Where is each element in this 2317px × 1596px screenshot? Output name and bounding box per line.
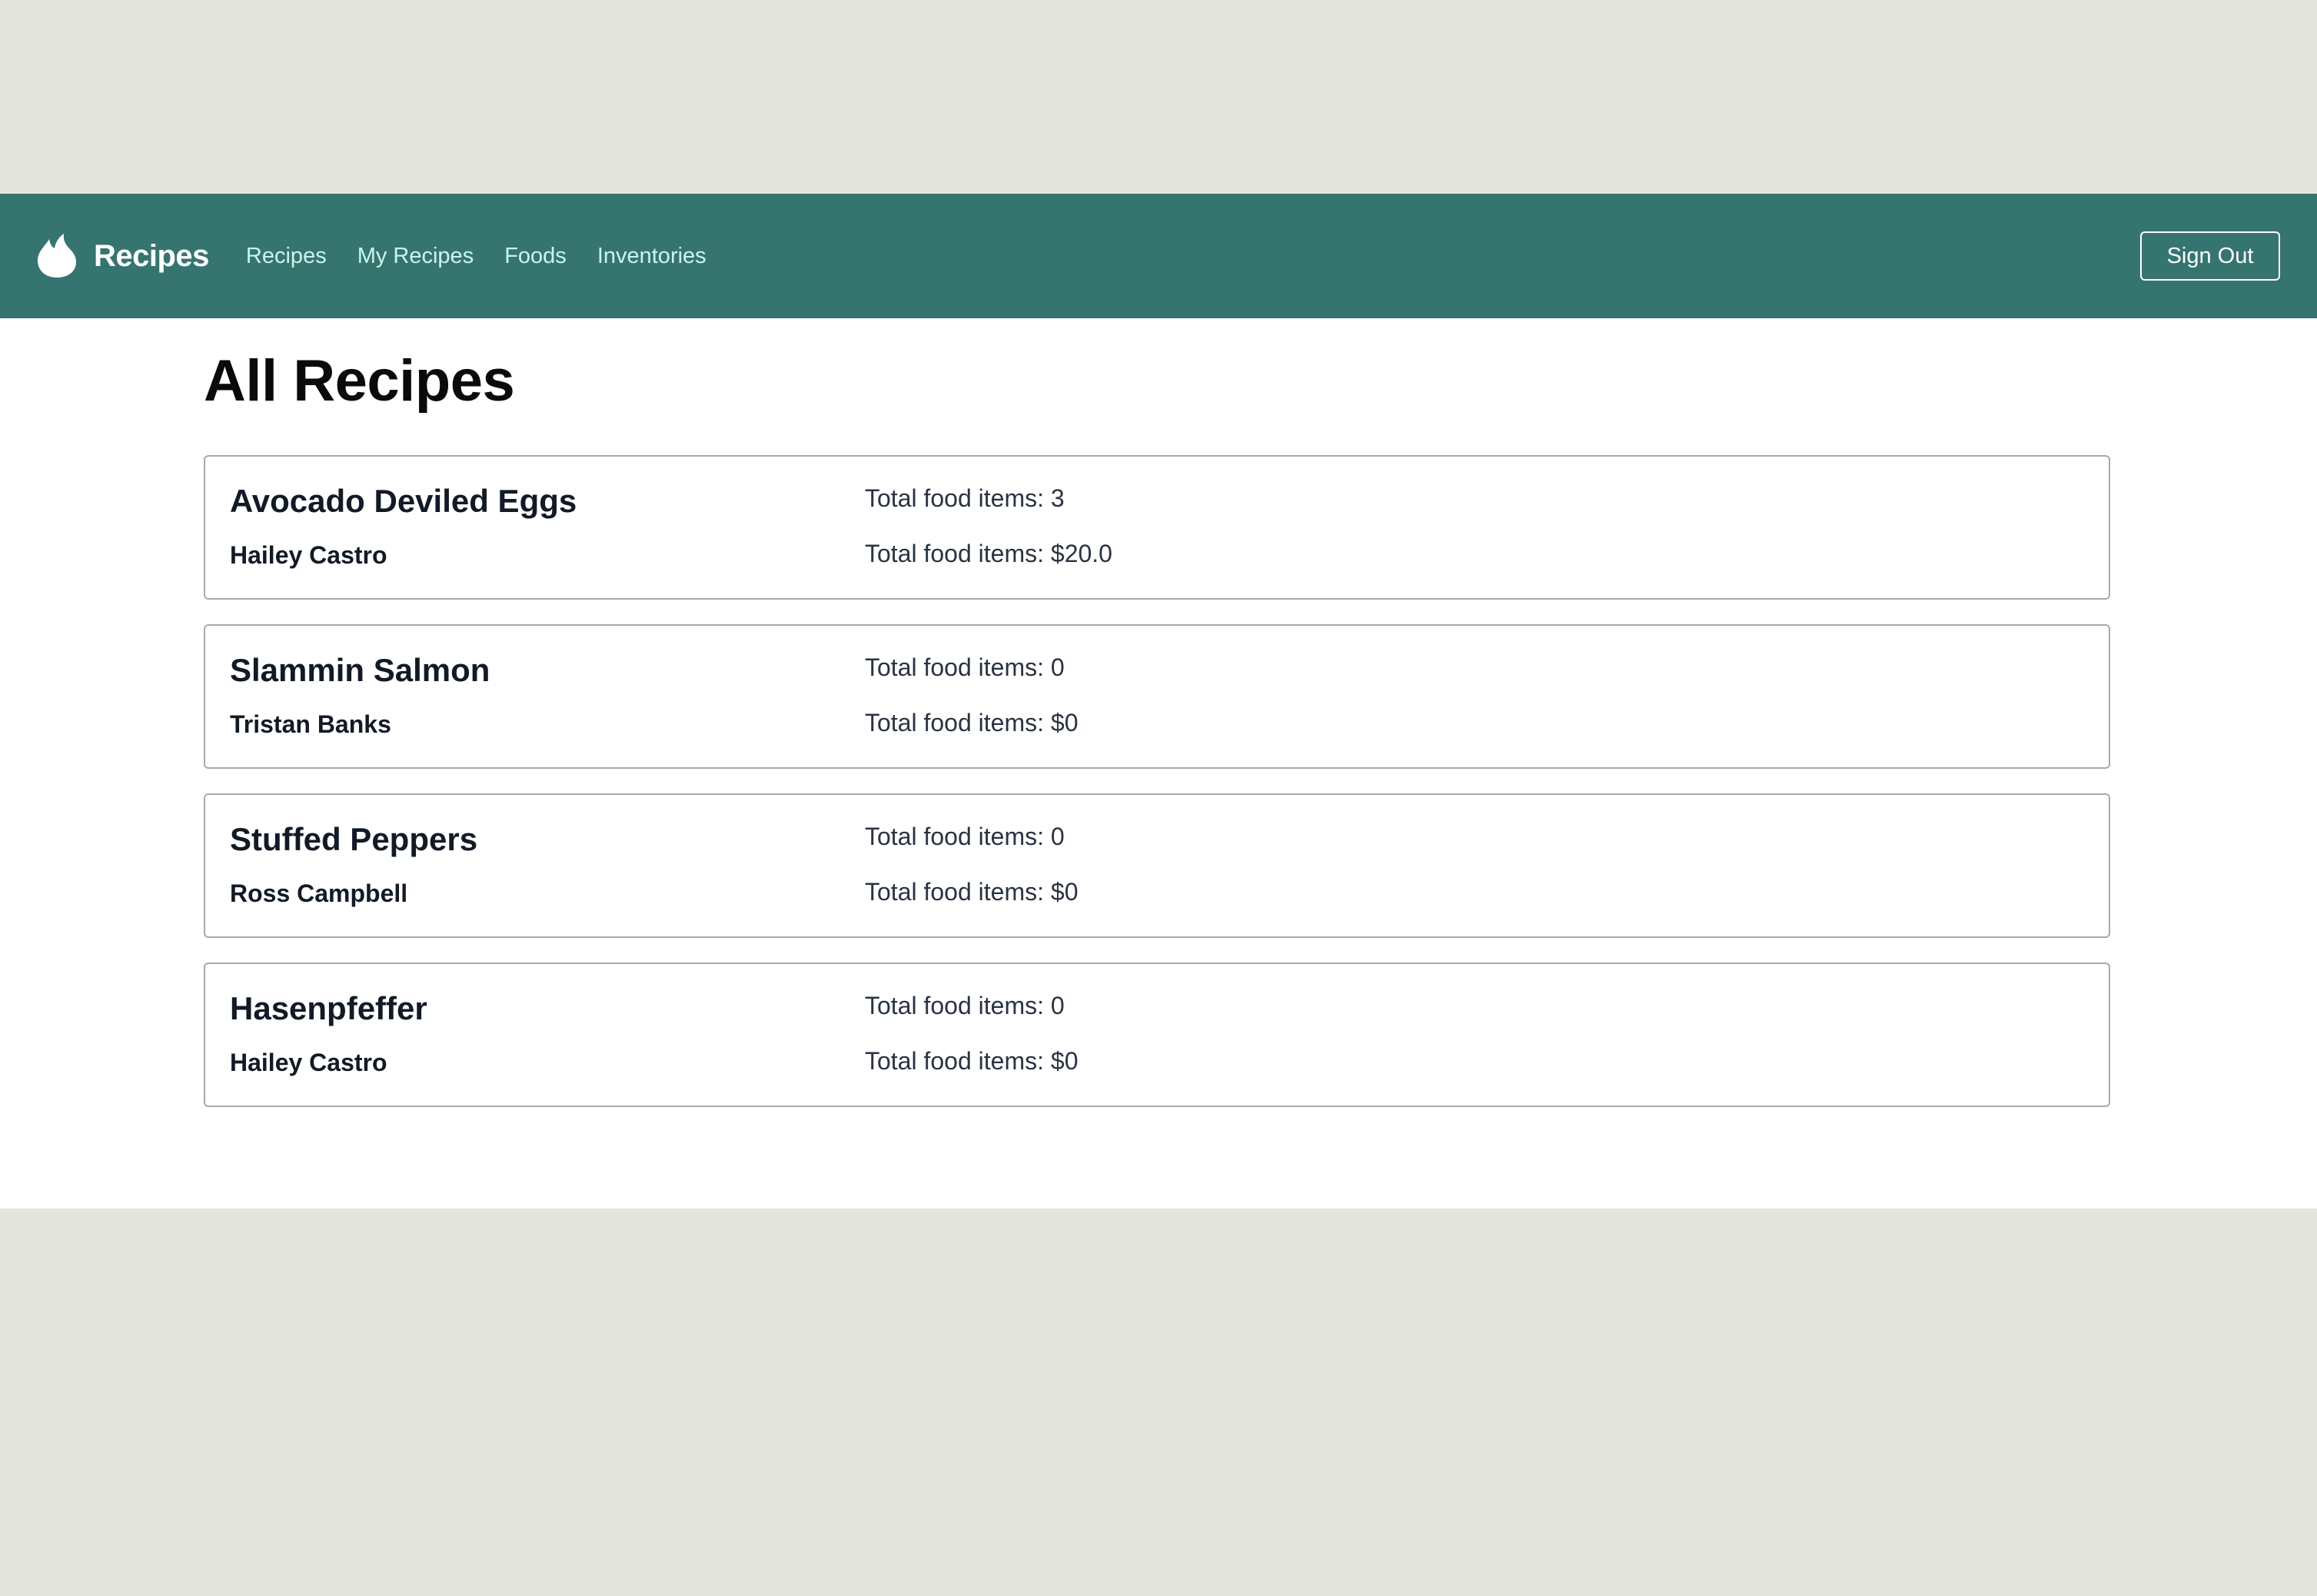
recipe-total-price: Total food items: $0 — [865, 1047, 1079, 1075]
recipe-name[interactable]: Avocado Deviled Eggs — [230, 483, 577, 520]
flame-icon — [37, 233, 77, 279]
recipe-author: Hailey Castro — [230, 1049, 387, 1076]
recipe-author: Ross Campbell — [230, 879, 408, 907]
navbar: Recipes Recipes My Recipes Foods Invento… — [0, 194, 2317, 318]
recipe-total-price: Total food items: $0 — [865, 878, 1079, 906]
page-title: All Recipes — [204, 348, 515, 414]
recipe-card[interactable]: Hasenpfeffer Hailey Castro Total food it… — [204, 963, 2110, 1107]
recipe-list: Avocado Deviled Eggs Hailey Castro Total… — [204, 455, 2110, 1132]
brand-title: Recipes — [94, 238, 209, 273]
nav-link-my-recipes[interactable]: My Recipes — [357, 244, 474, 269]
recipe-total-items: Total food items: 0 — [865, 653, 1065, 681]
app-container: Recipes Recipes My Recipes Foods Invento… — [0, 194, 2317, 1209]
recipe-name[interactable]: Slammin Salmon — [230, 652, 490, 689]
recipe-author: Hailey Castro — [230, 541, 387, 569]
recipe-card[interactable]: Slammin Salmon Tristan Banks Total food … — [204, 624, 2110, 769]
brand[interactable]: Recipes — [37, 233, 209, 279]
recipe-author: Tristan Banks — [230, 710, 391, 738]
nav-link-recipes[interactable]: Recipes — [246, 244, 327, 269]
nav-links: Recipes My Recipes Foods Inventories — [246, 244, 737, 269]
recipe-total-items: Total food items: 0 — [865, 992, 1065, 1019]
recipe-total-price: Total food items: $20.0 — [865, 540, 1112, 567]
recipe-total-price: Total food items: $0 — [865, 709, 1079, 736]
recipe-card[interactable]: Stuffed Peppers Ross Campbell Total food… — [204, 793, 2110, 938]
recipe-name[interactable]: Hasenpfeffer — [230, 990, 427, 1027]
nav-link-foods[interactable]: Foods — [504, 244, 567, 269]
recipe-total-items: Total food items: 3 — [865, 484, 1065, 512]
recipe-total-items: Total food items: 0 — [865, 823, 1065, 850]
recipe-card[interactable]: Avocado Deviled Eggs Hailey Castro Total… — [204, 455, 2110, 600]
sign-out-button[interactable]: Sign Out — [2140, 231, 2280, 281]
nav-link-inventories[interactable]: Inventories — [597, 244, 706, 269]
recipe-name[interactable]: Stuffed Peppers — [230, 821, 477, 858]
